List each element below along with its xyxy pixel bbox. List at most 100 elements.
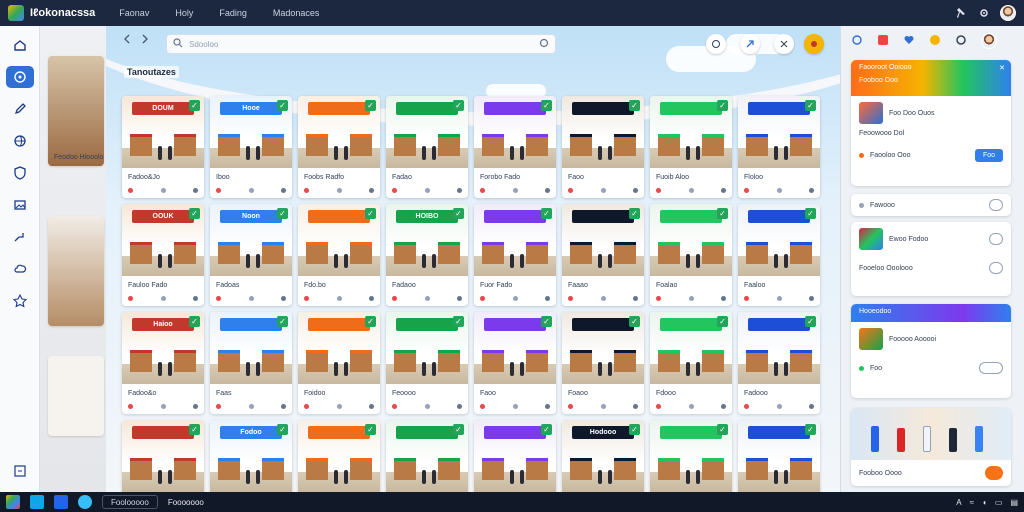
cloud-upload-icon[interactable] [6, 258, 34, 280]
tag-icon[interactable] [512, 404, 518, 409]
store-tile[interactable]: ✓ Faaloo [738, 204, 820, 306]
font-icon[interactable]: A [956, 498, 961, 507]
store-tile[interactable]: Hooe ✓ Iboo [210, 96, 292, 198]
tag-icon[interactable] [248, 188, 254, 193]
more-icon[interactable] [193, 188, 198, 193]
edit-icon[interactable] [6, 98, 34, 120]
expand-icon[interactable] [774, 34, 794, 54]
like-icon[interactable] [744, 188, 749, 193]
more-icon[interactable] [193, 404, 198, 409]
home-icon[interactable] [6, 34, 34, 56]
store-tile[interactable]: ✓ Faaao [562, 204, 644, 306]
store-tile[interactable]: ✓ Foaoo [562, 312, 644, 414]
tag-icon[interactable] [160, 404, 166, 409]
browser-icon[interactable] [30, 495, 44, 509]
info-row[interactable]: Ewoo Fodoo [851, 222, 1011, 256]
like-icon[interactable] [392, 404, 397, 409]
more-icon[interactable] [633, 404, 638, 409]
store-tile[interactable]: ✓ [738, 420, 820, 492]
gallery-image[interactable] [851, 408, 1011, 460]
tag-icon[interactable] [248, 404, 254, 409]
more-icon[interactable] [809, 296, 814, 301]
menu-item-3[interactable]: Madonaces [273, 8, 320, 18]
like-icon[interactable] [216, 404, 221, 409]
shield-icon[interactable] [6, 162, 34, 184]
info-toggle[interactable] [989, 233, 1003, 245]
like-icon[interactable] [656, 188, 661, 193]
like-icon[interactable] [304, 404, 309, 409]
like-icon[interactable] [744, 296, 749, 301]
share-icon[interactable] [6, 226, 34, 248]
more-icon[interactable] [633, 296, 638, 301]
search-bar[interactable]: Sdooloo [166, 34, 556, 54]
more-icon[interactable] [809, 188, 814, 193]
store-tile[interactable]: ✓ Floloo [738, 96, 820, 198]
tag-icon[interactable] [776, 296, 782, 301]
back-icon[interactable] [122, 34, 132, 46]
store-tile[interactable]: ✓ Foalao [650, 204, 732, 306]
tag-icon[interactable] [512, 296, 518, 301]
user-avatar[interactable] [1000, 5, 1016, 21]
like-icon[interactable] [304, 188, 309, 193]
taskbar-app-label[interactable]: Fooooooo [168, 498, 204, 507]
more-icon[interactable] [545, 404, 550, 409]
store-icon[interactable] [54, 495, 68, 509]
like-icon[interactable] [568, 188, 573, 193]
store-tile[interactable]: ✓ Fadooo [738, 312, 820, 414]
like-icon[interactable] [128, 296, 133, 301]
store-tile[interactable]: ✓ [298, 420, 380, 492]
tag-icon[interactable] [424, 404, 430, 409]
store-tile[interactable]: ✓ [122, 420, 204, 492]
collapse-icon[interactable] [6, 460, 34, 482]
more-icon[interactable] [369, 296, 374, 301]
like-icon[interactable] [128, 404, 133, 409]
store-tile[interactable]: ✓ [650, 420, 732, 492]
notification-icon[interactable]: ▤ [1010, 498, 1018, 507]
store-tile[interactable]: DOUM ✓ Fadoo&Jo [122, 96, 204, 198]
star-icon[interactable] [6, 290, 34, 312]
like-icon[interactable] [568, 296, 573, 301]
store-tile[interactable]: ✓ Fdo.bo [298, 204, 380, 306]
more-icon[interactable] [545, 188, 550, 193]
more-icon[interactable] [193, 296, 198, 301]
forward-icon[interactable] [140, 34, 150, 46]
store-tile[interactable]: Haioo ✓ Fadoo&o [122, 312, 204, 414]
battery-icon[interactable]: ▭ [995, 498, 1003, 507]
list-row[interactable]: Fawooo [851, 194, 1011, 216]
globe-icon[interactable] [6, 130, 34, 152]
settings-icon[interactable] [978, 7, 990, 19]
store-tile[interactable]: ✓ Fdooo [650, 312, 732, 414]
tag-icon[interactable] [424, 296, 430, 301]
tag-icon[interactable] [600, 296, 606, 301]
like-icon[interactable] [216, 296, 221, 301]
like-icon[interactable] [392, 296, 397, 301]
like-icon[interactable] [392, 188, 397, 193]
heart-icon[interactable] [903, 34, 915, 48]
tag-icon[interactable] [424, 188, 430, 193]
like-icon[interactable] [656, 296, 661, 301]
more-icon[interactable] [809, 404, 814, 409]
tag-icon[interactable] [688, 296, 694, 301]
like-icon[interactable] [656, 404, 661, 409]
badge-icon[interactable] [804, 34, 824, 54]
taskbar-search[interactable]: Foolooooo [102, 495, 158, 509]
gear-icon[interactable] [955, 34, 967, 48]
store-tile[interactable]: ✓ Fuor Fado [474, 204, 556, 306]
store-tile[interactable]: ✓ Fuoib Aloo [650, 96, 732, 198]
chat-icon[interactable] [706, 34, 726, 54]
menu-item-0[interactable]: Faonav [119, 8, 149, 18]
like-icon[interactable] [480, 404, 485, 409]
tag-icon[interactable] [248, 296, 254, 301]
more-icon[interactable] [721, 404, 726, 409]
tag-icon[interactable] [336, 188, 342, 193]
tag-icon[interactable] [160, 296, 166, 301]
tag-icon[interactable] [776, 188, 782, 193]
flag-icon[interactable] [877, 34, 889, 48]
more-icon[interactable] [369, 188, 374, 193]
store-tile[interactable]: HOIBO ✓ Fadaoo [386, 204, 468, 306]
store-tile[interactable]: ✓ Feoooo [386, 312, 468, 414]
store-tile[interactable]: Fodoo ✓ [210, 420, 292, 492]
more-icon[interactable] [457, 188, 462, 193]
more-icon[interactable] [721, 188, 726, 193]
store-tile[interactable]: ✓ Foidoo [298, 312, 380, 414]
